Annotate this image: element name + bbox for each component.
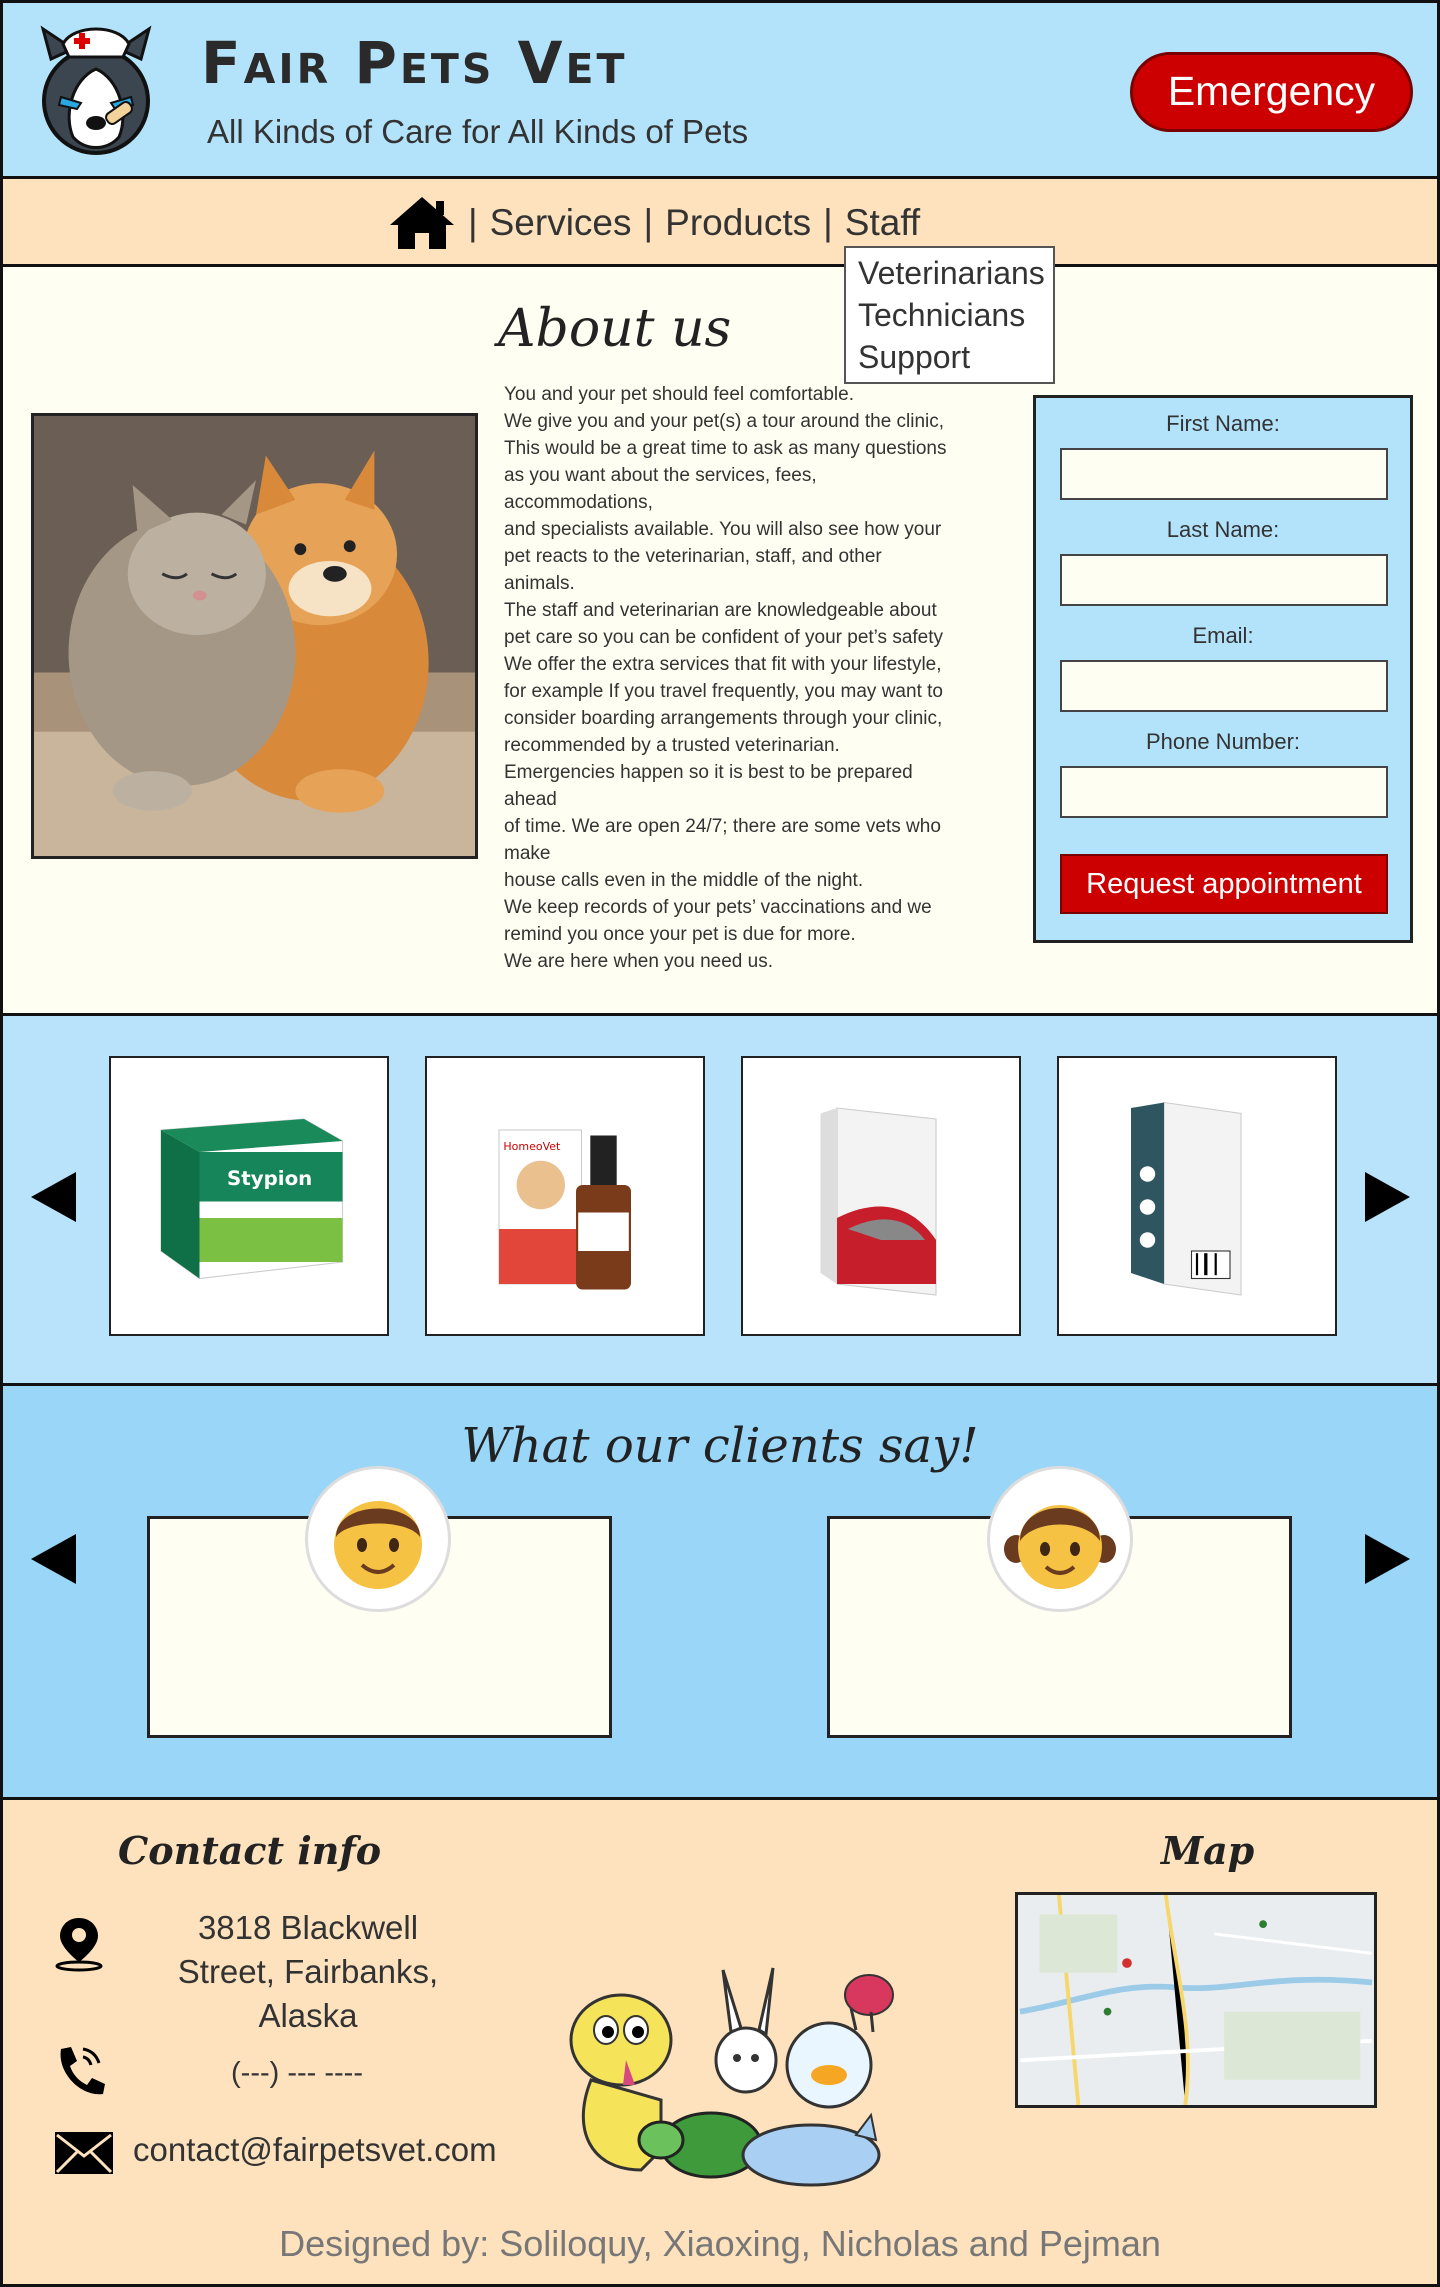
testimonials-prev-arrow-icon[interactable] <box>31 1534 76 1584</box>
carousel-next-arrow-icon[interactable] <box>1365 1172 1410 1222</box>
page: Fair Pets Vet All Kinds of Care for All … <box>0 0 1440 2287</box>
email-label: Email: <box>1192 623 1254 648</box>
product-name-text: Stypion <box>227 1167 312 1190</box>
boy-avatar-icon <box>305 1466 451 1612</box>
kitten-puppy-photo <box>31 413 478 859</box>
product-card-3[interactable] <box>741 1056 1021 1336</box>
about-title: About us <box>498 299 732 359</box>
site-header: Fair Pets Vet All Kinds of Care for All … <box>3 3 1437 179</box>
nav-products[interactable]: Products <box>665 202 811 244</box>
staff-dropdown-menu: Veterinarians Technicians Support <box>844 246 1055 384</box>
request-appointment-button[interactable]: Request appointment <box>1060 854 1388 914</box>
last-name-field[interactable] <box>1060 554 1388 606</box>
phone-number: (---) --- ---- <box>231 2057 364 2089</box>
first-name-label: First Name: <box>1166 411 1280 436</box>
pets-illustration <box>551 1950 921 2200</box>
products-carousel: Stypion HomeoVet <box>3 1016 1437 1386</box>
address-text: 3818 Blackwell Street, Fairbanks, Alaska <box>177 1909 439 2034</box>
girl-avatar-icon <box>987 1466 1133 1612</box>
carousel-prev-arrow-icon[interactable] <box>31 1172 76 1222</box>
nav-services[interactable]: Services <box>490 202 632 244</box>
phone-icon <box>60 2047 105 2095</box>
product-card-traumyvet[interactable]: HomeoVet <box>425 1056 705 1336</box>
testimonials-next-arrow-icon[interactable] <box>1365 1534 1410 1584</box>
email-icon <box>55 2132 113 2174</box>
map-title: Map <box>1161 1828 1255 1873</box>
phone-field[interactable] <box>1060 766 1388 818</box>
about-section: About us You and your pet should feel co… <box>3 267 1437 1016</box>
dropdown-item-technicians[interactable]: Technicians <box>858 294 1041 336</box>
product-card-stypion[interactable]: Stypion <box>109 1056 389 1336</box>
dropdown-item-veterinarians[interactable]: Veterinarians <box>858 252 1045 294</box>
husky-logo[interactable] <box>33 19 159 159</box>
dropdown-item-support[interactable]: Support <box>858 336 1041 378</box>
emergency-button[interactable]: Emergency <box>1130 52 1413 132</box>
nav-separator: | <box>643 202 654 243</box>
nav-staff[interactable]: Staff <box>845 202 920 244</box>
phone-label: Phone Number: <box>1145 729 1301 754</box>
contact-info-title: Contact info <box>118 1828 382 1873</box>
designed-by-credit: Designed by: Soliloquy, Xiaoxing, Nichol… <box>279 2223 1161 2264</box>
site-footer: Contact info Map 3818 Blackwell Street, … <box>3 1800 1437 2284</box>
product-brand-text: HomeoVet <box>503 1140 561 1153</box>
product-card-4[interactable] <box>1057 1056 1337 1336</box>
map-thumbnail[interactable] <box>1015 1892 1377 2108</box>
appointment-form: First Name: Last Name: Email: Phone Numb… <box>1033 395 1413 943</box>
about-text: You and your pet should feel comfortable… <box>504 384 947 972</box>
main-nav: | Services | Products | Staff <box>3 179 1437 267</box>
nav-separator: | <box>823 202 833 243</box>
site-title: Fair Pets Vet <box>201 29 628 97</box>
email-field[interactable] <box>1060 660 1388 712</box>
location-pin-icon <box>55 1918 103 1972</box>
home-icon[interactable] <box>388 195 456 251</box>
nav-separator: | <box>468 202 478 243</box>
nav-links: | Services | Products | Staff <box>388 191 920 255</box>
testimonials-title: What our clients say! <box>461 1418 979 1474</box>
site-tagline: All Kinds of Care for All Kinds of Pets <box>207 113 749 150</box>
last-name-label: Last Name: <box>1166 517 1280 542</box>
first-name-field[interactable] <box>1060 448 1388 500</box>
email-link[interactable]: contact@fairpetsvet.com <box>133 2131 497 2169</box>
testimonials-section: What our clients say! <box>3 1386 1437 1800</box>
